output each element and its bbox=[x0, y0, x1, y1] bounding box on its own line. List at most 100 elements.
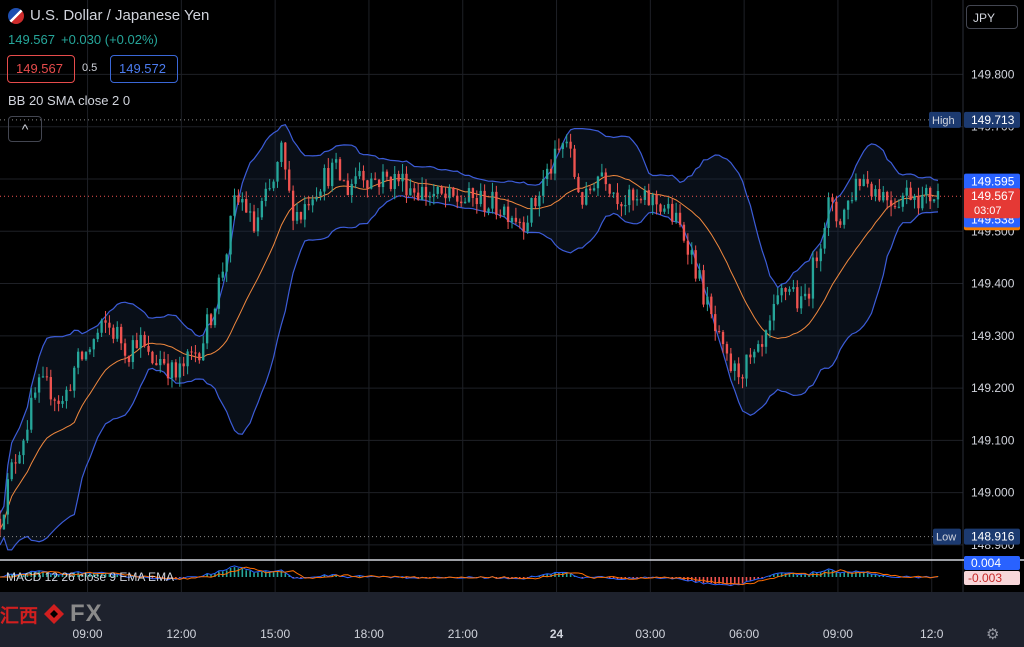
candle-body bbox=[420, 186, 424, 200]
candle-body bbox=[467, 188, 471, 202]
candle-body bbox=[800, 296, 803, 309]
price-tick-label: 149.400 bbox=[971, 277, 1015, 291]
candle-body bbox=[280, 142, 283, 162]
candle-body bbox=[854, 178, 858, 201]
candle-body bbox=[542, 179, 545, 196]
candle-body bbox=[100, 320, 103, 333]
candle-body bbox=[592, 188, 596, 191]
candle-body bbox=[436, 187, 439, 194]
logo-mark-icon bbox=[44, 604, 65, 624]
candle-body bbox=[577, 176, 580, 193]
candle-body bbox=[272, 181, 275, 189]
candle-body bbox=[874, 189, 877, 197]
macd-histogram-bar bbox=[257, 572, 259, 577]
candle-body bbox=[565, 141, 568, 144]
candle-body bbox=[409, 188, 412, 196]
candle-body bbox=[73, 367, 76, 391]
candle-body bbox=[710, 296, 713, 315]
candle-body bbox=[205, 314, 209, 344]
macd-histogram-bar bbox=[870, 574, 873, 577]
bollinger-legend[interactable]: BB 20 SMA close 2 0 bbox=[8, 93, 130, 108]
candle-body bbox=[174, 362, 178, 378]
candle-body bbox=[104, 320, 107, 323]
candle-body bbox=[284, 142, 287, 170]
candle-body bbox=[460, 201, 463, 204]
candle-body bbox=[807, 293, 811, 299]
candle-body bbox=[362, 170, 365, 181]
symbol-header: U.S. Dollar / Japanese Yen bbox=[8, 7, 209, 24]
candle-body bbox=[30, 397, 33, 430]
macd-histogram-bar bbox=[726, 577, 728, 584]
candle-body bbox=[334, 159, 338, 163]
macd-histogram-bar bbox=[733, 577, 736, 584]
candle-body bbox=[135, 340, 138, 349]
candle-body bbox=[65, 389, 68, 402]
candle-body bbox=[237, 195, 240, 203]
candle-body bbox=[116, 326, 119, 339]
candle-body bbox=[112, 327, 115, 339]
candle-body bbox=[702, 270, 705, 305]
candle-body bbox=[753, 351, 756, 358]
candle-body bbox=[14, 462, 17, 464]
candle-body bbox=[725, 344, 729, 354]
macd-histogram-bar bbox=[253, 572, 255, 577]
candle-body bbox=[198, 353, 201, 361]
candle-body bbox=[96, 332, 99, 340]
candle-body bbox=[706, 296, 709, 305]
candle-body bbox=[319, 191, 322, 197]
logo-text-fx: FX bbox=[70, 600, 103, 627]
candle-body bbox=[299, 212, 303, 220]
candle-body bbox=[608, 184, 611, 194]
candle-body bbox=[823, 227, 826, 249]
macd-histogram-bar bbox=[241, 568, 244, 577]
candle-body bbox=[893, 206, 897, 208]
candle-body bbox=[733, 363, 736, 371]
candle-body bbox=[862, 179, 865, 187]
candle-body bbox=[835, 201, 838, 222]
candle-body bbox=[381, 171, 385, 188]
macd-histogram-bar bbox=[229, 568, 232, 577]
candle-body bbox=[545, 168, 549, 180]
candle-body bbox=[108, 322, 111, 328]
candle-body bbox=[295, 212, 299, 221]
candle-body bbox=[389, 176, 393, 189]
collapse-legend-button[interactable]: ^ bbox=[8, 116, 42, 142]
candle-body bbox=[495, 191, 498, 215]
candle-body bbox=[772, 303, 776, 321]
macd-histogram-bar bbox=[749, 577, 752, 581]
candle-body bbox=[936, 191, 940, 200]
candle-body bbox=[760, 344, 764, 347]
candle-body bbox=[506, 206, 510, 222]
candle-body bbox=[858, 178, 861, 187]
candle-body bbox=[510, 217, 514, 222]
gear-icon[interactable]: ⚙ bbox=[986, 625, 999, 643]
candle-body bbox=[61, 401, 64, 404]
candle-body bbox=[690, 250, 693, 255]
candle-body bbox=[264, 188, 267, 202]
chart-canvas[interactable]: HighLow149.800149.700149.600149.500149.4… bbox=[0, 0, 1024, 647]
sell-button[interactable]: 149.567 bbox=[7, 55, 75, 83]
candle-body bbox=[639, 199, 643, 201]
candle-body bbox=[502, 206, 506, 215]
candle-body bbox=[878, 189, 881, 201]
price-change: +0.030 (+0.02%) bbox=[61, 32, 158, 47]
candle-body bbox=[276, 161, 279, 182]
candle-body bbox=[393, 173, 396, 189]
macd-value-label: 0.004 bbox=[971, 556, 1001, 570]
macd-legend[interactable]: MACD 12 26 close 9 EMA EMA bbox=[6, 570, 174, 584]
candle-body bbox=[843, 209, 846, 225]
candle-body bbox=[729, 353, 733, 371]
candle-body bbox=[901, 195, 904, 207]
candle-body bbox=[635, 199, 639, 201]
candle-body bbox=[162, 359, 166, 364]
currency-selector[interactable]: JPY bbox=[966, 5, 1018, 29]
candle-body bbox=[788, 289, 791, 292]
candle-body bbox=[424, 186, 428, 198]
candle-body bbox=[268, 188, 271, 190]
candle-body bbox=[682, 224, 686, 241]
buy-button[interactable]: 149.572 bbox=[110, 55, 178, 83]
candle-body bbox=[6, 479, 9, 515]
macd-histogram-bar bbox=[276, 571, 279, 577]
candle-body bbox=[491, 191, 494, 209]
candle-body bbox=[225, 254, 228, 272]
